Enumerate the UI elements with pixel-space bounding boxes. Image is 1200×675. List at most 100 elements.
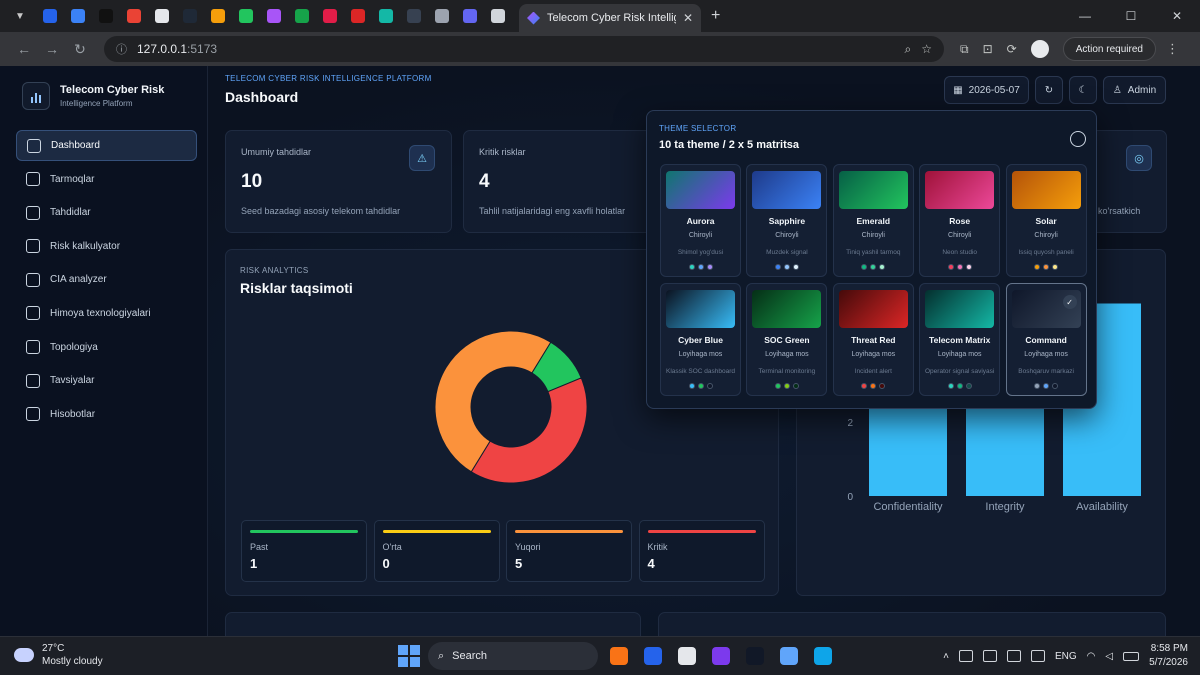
taskbar-app-icon[interactable] (606, 643, 632, 669)
clock[interactable]: 8:58 PM 5/7/2026 (1149, 642, 1188, 670)
sidebar-item-tarmoqlar[interactable]: Tarmoqlar (16, 164, 197, 195)
extensions-icon[interactable]: ⧉ (960, 42, 969, 57)
taskbar-app-icon[interactable] (810, 643, 836, 669)
pinned-tab[interactable] (233, 4, 259, 28)
pinned-tab[interactable] (457, 4, 483, 28)
theme-desc: Issiq quyosh paneli (1018, 249, 1074, 256)
weather-widget[interactable]: 27°C Mostly cloudy (14, 643, 103, 667)
pinned-tab-favicon-icon (267, 9, 281, 23)
user-button[interactable]: ♙ Admin (1103, 76, 1166, 104)
theme-name: Threat Red (851, 335, 896, 345)
browser-menu-icon[interactable]: ⋮ (1166, 41, 1179, 57)
theme-card-telecom-matrix[interactable]: Telecom Matrix Loyihaga mos Operator signa… (919, 283, 1001, 396)
tray-app-icon[interactable] (1030, 650, 1045, 662)
theme-card-rose[interactable]: Rose Chiroyli Neon studio (919, 164, 1001, 277)
sidebar-item-dashboard[interactable]: Dashboard (16, 130, 197, 161)
tab-search-chevron-icon[interactable]: ▼ (9, 5, 31, 27)
pinned-tab[interactable] (37, 4, 63, 28)
theme-card-threat-red[interactable]: Threat Red Loyihaga mos Incident alert (832, 283, 914, 396)
maximize-icon[interactable]: ☐ (1108, 0, 1154, 32)
taskbar-app-icon[interactable] (708, 643, 734, 669)
bookmark-star-icon[interactable]: ☆ (921, 42, 932, 56)
date-button[interactable]: ▦ 2026-05-07 (944, 76, 1029, 104)
taskbar-search[interactable]: ⌕ Search (428, 642, 598, 670)
wifi-icon[interactable]: ◠ (1087, 651, 1096, 662)
pinned-tab[interactable] (177, 4, 203, 28)
theme-name: Emerald (856, 216, 891, 226)
pinned-tab[interactable] (345, 4, 371, 28)
sidebar-item-hisobotlar[interactable]: Hisobotlar (16, 399, 197, 430)
donut-slice-kritik[interactable] (470, 377, 588, 484)
pinned-tab[interactable] (289, 4, 315, 28)
pinned-tab[interactable] (121, 4, 147, 28)
sidebar-item-himoya-texnologiyalari[interactable]: Himoya texnologiyalari (16, 298, 197, 329)
zoom-icon[interactable]: ⌕ (905, 42, 912, 57)
theme-name: Sapphire (768, 216, 806, 226)
pinned-tab[interactable] (373, 4, 399, 28)
close-window-icon[interactable]: ✕ (1154, 0, 1200, 32)
pinned-tab[interactable] (401, 4, 427, 28)
taskbar-app-icon[interactable] (742, 643, 768, 669)
windows-start-icon[interactable] (398, 645, 420, 667)
pinned-tab[interactable] (93, 4, 119, 28)
theme-color-dot (688, 264, 695, 270)
theme-color-dot (783, 383, 790, 389)
taskbar-app-icon[interactable] (640, 643, 666, 669)
pinned-tab[interactable] (317, 4, 343, 28)
refresh-button[interactable]: ↻ (1035, 76, 1063, 104)
pinned-tab[interactable] (485, 4, 511, 28)
sidebar-item-risk-kalkulyator[interactable]: Risk kalkulyator (16, 231, 197, 262)
sidebar-item-topologiya[interactable]: Topologiya (16, 332, 197, 363)
app-glyph (780, 647, 798, 665)
theme-dots (920, 383, 999, 389)
theme-card-sapphire[interactable]: Sapphire Chiroyli Muzdek signal (746, 164, 828, 277)
tray-app-icon[interactable] (1006, 650, 1021, 662)
tray-app-icon[interactable] (982, 650, 997, 662)
sidebar-item-cia-analyzer[interactable]: CIA analyzer (16, 264, 197, 295)
theme-toggle-button[interactable]: ☾ (1069, 76, 1097, 104)
pinned-tab[interactable] (429, 4, 455, 28)
volume-icon[interactable]: ◁ (1105, 651, 1113, 662)
site-info-icon[interactable]: ⓘ (116, 41, 127, 57)
taskbar-app-icon[interactable] (674, 643, 700, 669)
pinned-tab-favicon-icon (463, 9, 477, 23)
theme-card-command[interactable]: Command Loyihaga mos Boshqaruv markazi ✓ (1005, 283, 1087, 396)
theme-swatch (752, 290, 822, 328)
risk-tile: Kritik 4 (638, 520, 765, 582)
forward-icon[interactable]: → (38, 41, 66, 57)
sidebar-item-tavsiyalar[interactable]: Tavsiyalar (16, 365, 197, 396)
language-indicator[interactable]: ENG (1055, 651, 1077, 662)
new-tab-icon[interactable]: + (711, 7, 720, 25)
theme-card-soc-green[interactable]: SOC Green Loyihaga mos Terminal monitoring (746, 283, 828, 396)
theme-card-emerald[interactable]: Emerald Chiroyli Tiniq yashil tarmoq (832, 164, 914, 277)
cast-icon[interactable]: ⊡ (983, 42, 993, 56)
theme-color-dot (861, 383, 868, 389)
theme-color-dot (783, 264, 790, 270)
theme-card-aurora[interactable]: Aurora Chiroyli Shimol yog'dusi (660, 164, 741, 277)
grid-icon (27, 138, 41, 153)
network-icon (26, 172, 40, 187)
pinned-tab[interactable] (149, 4, 175, 28)
sync-icon[interactable]: ⟳ (1007, 42, 1017, 56)
theme-card-cyber-blue[interactable]: Cyber Blue Loyihaga mos Klassik SOC dashbo… (660, 283, 741, 396)
chevron-up-icon[interactable]: ˄ (943, 651, 949, 662)
action-required-button[interactable]: Action required (1062, 37, 1156, 61)
reload-icon[interactable]: ↻ (66, 41, 94, 58)
back-icon[interactable]: ← (10, 41, 38, 57)
sidebar-item-tahdidlar[interactable]: Tahdidlar (16, 197, 197, 228)
theme-card-solar[interactable]: Solar Chiroyli Issiq quyosh paneli (1005, 164, 1087, 277)
active-tab[interactable]: Telecom Cyber Risk Intelligence ✕ (519, 4, 701, 32)
pinned-tab[interactable] (261, 4, 287, 28)
sidebar-item-label: Hisobotlar (50, 408, 96, 420)
minimize-icon[interactable]: — (1062, 0, 1108, 32)
close-tab-icon[interactable]: ✕ (683, 11, 693, 25)
tray-app-icon[interactable] (958, 650, 973, 662)
taskbar-app-icon[interactable] (776, 643, 802, 669)
battery-icon[interactable] (1123, 651, 1140, 661)
theme-selector-popover: THEME SELECTOR 10 ta theme / 2 x 5 matri… (646, 110, 1097, 409)
url-bar[interactable]: ⓘ 127.0.0.1:5173 ⌕ ☆ (104, 36, 944, 62)
profile-avatar[interactable] (1030, 40, 1049, 58)
pinned-tab[interactable] (65, 4, 91, 28)
theme-color-dot (774, 383, 781, 389)
pinned-tab[interactable] (205, 4, 231, 28)
